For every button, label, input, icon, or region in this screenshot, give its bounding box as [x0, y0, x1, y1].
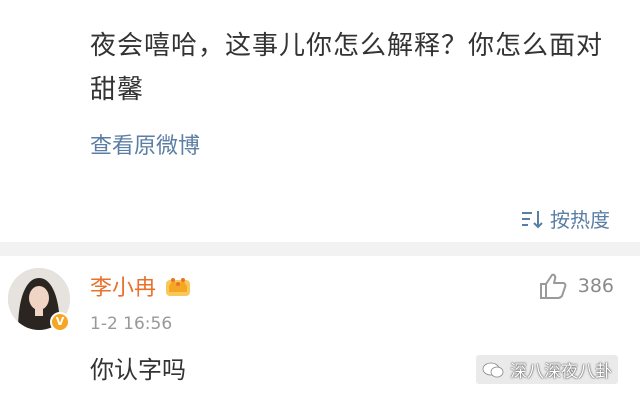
section-divider [0, 242, 640, 256]
comment-timestamp: 1-2 16:56 [90, 314, 173, 334]
view-original-link[interactable]: 查看原微博 [90, 128, 200, 160]
like-count: 386 [577, 275, 614, 297]
comment-text: 你认字吗 [90, 356, 186, 384]
like-button[interactable]: 386 [538, 272, 614, 300]
username[interactable]: 李小冉 [90, 270, 156, 302]
crown-icon [164, 274, 192, 298]
thumbs-up-icon [538, 272, 568, 300]
repost-text: 夜会嘻哈，这事儿你怎么解释？你怎么面对甜馨 [90, 31, 604, 105]
sort-label: 按热度 [550, 208, 610, 232]
sort-lines-icon [520, 208, 546, 230]
watermark: 深八深夜八卦 [476, 355, 618, 384]
verified-badge-icon: V [50, 312, 70, 332]
repost-card: 夜会嘻哈，这事儿你怎么解释？你怎么面对甜馨 查看原微博 按热度 [0, 0, 640, 248]
sort-by-hot-button[interactable]: 按热度 [520, 204, 610, 233]
comment-item: V 李小冉 386 1-2 16:56 你认字吗 深八深夜八卦 [0, 256, 640, 402]
watermark-text: 深八深夜八卦 [510, 362, 612, 382]
wechat-icon [482, 361, 504, 379]
username-row: 李小冉 [90, 270, 192, 302]
weibo-comment-page: 夜会嘻哈，这事儿你怎么解释？你怎么面对甜馨 查看原微博 按热度 V 李小冉 38… [0, 0, 640, 402]
